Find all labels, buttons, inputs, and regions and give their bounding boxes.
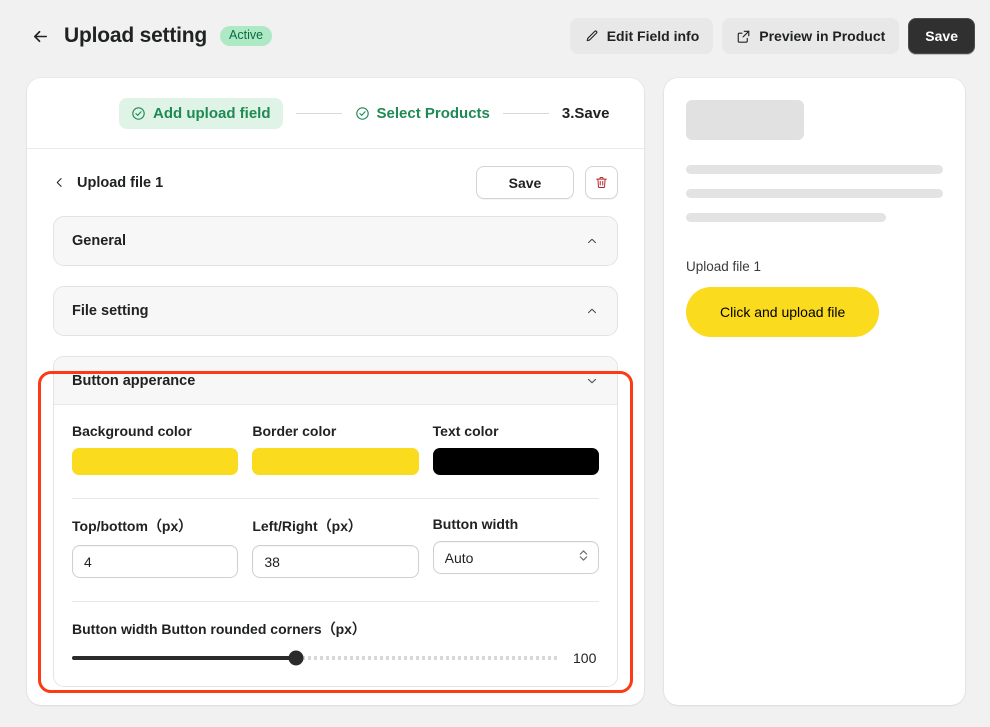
top-bottom-input[interactable] (72, 545, 239, 578)
page-title: Upload setting (64, 24, 208, 47)
pencil-icon (584, 29, 599, 44)
arrow-left-icon[interactable] (28, 24, 52, 48)
background-color-swatch[interactable] (72, 448, 239, 475)
background-color-label: Background color (72, 423, 192, 439)
slider-filled-track (72, 656, 297, 660)
border-color-field: Border color (252, 423, 419, 475)
section-general-title: General (72, 233, 126, 249)
section-button-appearance: Button apperance Background color Border… (53, 356, 618, 687)
edit-field-info-label: Edit Field info (606, 28, 700, 44)
section-divider (72, 498, 599, 499)
text-color-label: Text color (432, 423, 499, 439)
left-right-label: Left/Right（px） (252, 518, 362, 534)
check-circle-icon (355, 106, 370, 121)
field-header-actions: Save (476, 166, 618, 199)
skeleton-line (686, 165, 943, 174)
stepper-step-label: Select Products (376, 104, 490, 122)
left-right-field: Left/Right（px） (252, 516, 419, 578)
field-title: Upload file 1 (77, 174, 164, 191)
section-general[interactable]: General (53, 216, 618, 266)
border-color-label: Border color (252, 423, 337, 439)
preview-content: Upload file 1 Click and upload file (664, 78, 965, 337)
stepper-step-label: 3.Save (561, 104, 610, 122)
rounded-corners-slider-row: 100 (72, 650, 599, 666)
text-color-field: Text color (432, 423, 599, 475)
page-header: Upload setting Active Edit Field info Pr… (0, 0, 990, 72)
stepper-step-save[interactable]: 3.Save (562, 106, 610, 121)
field-save-button[interactable]: Save (476, 166, 574, 199)
text-color-swatch[interactable] (432, 448, 599, 475)
button-width-field: Button width (432, 516, 599, 578)
section-button-appearance-title: Button apperance (72, 372, 196, 389)
spacing-fields-row: Top/bottom（px） Left/Right（px） Button wid… (72, 516, 599, 578)
button-width-select-wrap (432, 541, 599, 574)
stepper-step-label: Add upload field (153, 104, 271, 122)
stepper-step-select-products[interactable]: Select Products (355, 106, 490, 121)
delete-field-button[interactable] (585, 166, 618, 199)
top-bottom-field: Top/bottom（px） (72, 516, 239, 578)
skeleton-image-placeholder (686, 100, 804, 140)
chevron-down-icon[interactable] (585, 374, 599, 388)
section-button-appearance-body: Background color Border color Text color (54, 405, 617, 686)
rounded-corners-slider[interactable] (72, 650, 560, 666)
stepper: Add upload field Select Products 3.Save (27, 78, 644, 149)
slider-remaining-track (296, 656, 560, 660)
chevron-up-icon[interactable] (585, 234, 599, 248)
external-link-icon (736, 29, 751, 44)
border-color-swatch[interactable] (252, 448, 419, 475)
section-divider (72, 601, 599, 602)
preview-upload-button[interactable]: Click and upload file (686, 287, 880, 337)
preview-upload-label: Upload file 1 (686, 259, 762, 274)
chevron-left-icon[interactable] (53, 176, 66, 189)
edit-field-info-button[interactable]: Edit Field info (569, 18, 714, 54)
skeleton-line (686, 189, 943, 198)
header-actions: Edit Field info Preview in Product Save (569, 18, 975, 54)
app-root: Upload setting Active Edit Field info Pr… (0, 0, 990, 727)
button-width-label: Button width (432, 516, 519, 532)
section-file-setting-title: File setting (72, 303, 149, 319)
check-circle-icon (131, 106, 146, 121)
status-badge: Active (220, 26, 273, 46)
section-button-appearance-header[interactable]: Button apperance (54, 357, 617, 405)
rounded-corners-field: Button width Button rounded corners（px） … (72, 619, 599, 666)
top-bottom-label: Top/bottom（px） (72, 518, 193, 534)
color-fields-row: Background color Border color Text color (72, 423, 599, 475)
section-general-header[interactable]: General (54, 217, 617, 265)
preview-in-product-label: Preview in Product (759, 28, 886, 44)
header-save-button[interactable]: Save (908, 18, 975, 54)
preview-upload-button-label: Click and upload file (720, 304, 846, 320)
left-right-input[interactable] (252, 545, 419, 578)
settings-sections: General File setting Button apperance Ba… (27, 216, 644, 687)
field-save-label: Save (508, 174, 542, 191)
field-header-row: Upload file 1 Save (27, 149, 644, 216)
preview-panel: Upload file 1 Click and upload file (664, 78, 965, 705)
trash-icon (594, 175, 609, 190)
background-color-field: Background color (72, 423, 239, 475)
stepper-divider (295, 112, 342, 114)
button-width-select[interactable] (432, 541, 599, 574)
rounded-corners-value: 100 (573, 650, 597, 666)
slider-thumb[interactable] (288, 650, 304, 666)
stepper-step-add-upload-field[interactable]: Add upload field (119, 97, 283, 129)
settings-card: Add upload field Select Products 3.Save (27, 78, 644, 705)
header-save-label: Save (925, 28, 958, 44)
section-file-setting[interactable]: File setting (53, 286, 618, 336)
rounded-corners-label: Button width Button rounded corners（px） (72, 621, 366, 637)
skeleton-line (686, 213, 887, 222)
stepper-divider (502, 112, 549, 114)
preview-in-product-button[interactable]: Preview in Product (722, 18, 900, 54)
section-file-setting-header[interactable]: File setting (54, 287, 617, 335)
chevron-up-icon[interactable] (585, 304, 599, 318)
